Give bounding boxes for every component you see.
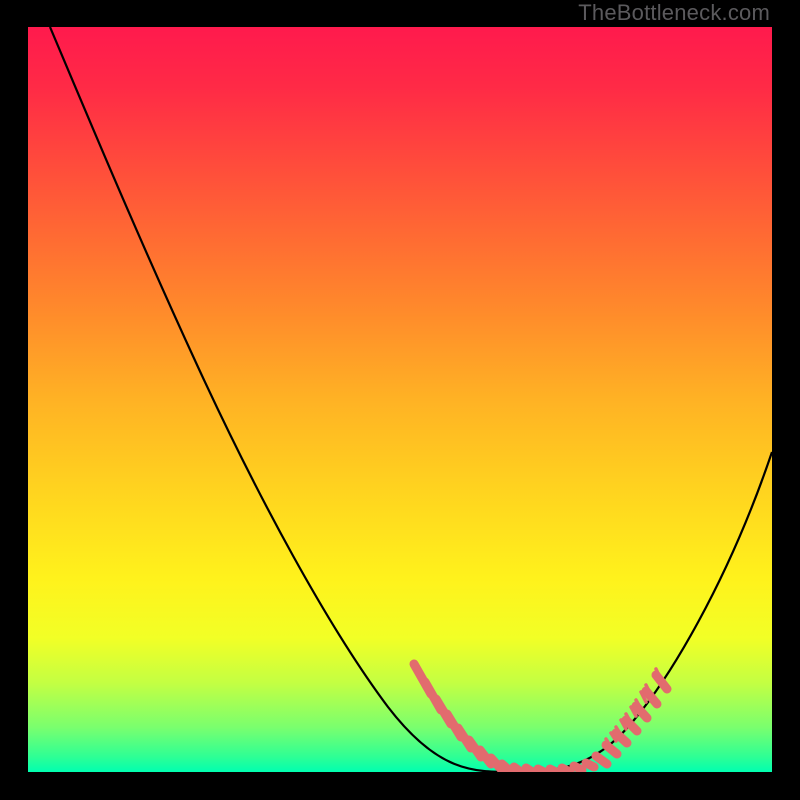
- gradient-plot-area: [28, 27, 772, 772]
- curve-right-branch: [513, 452, 772, 772]
- curve-left-branch: [50, 27, 513, 772]
- watermark-text: TheBottleneck.com: [578, 0, 770, 26]
- highlight-ticks-left: [414, 664, 511, 772]
- highlight-small-ticks-right: [606, 669, 661, 747]
- highlight-ticks-flat: [514, 763, 594, 772]
- curve-svg: [28, 27, 772, 772]
- chart-container: TheBottleneck.com: [0, 0, 800, 800]
- highlight-ticks-right: [596, 675, 667, 764]
